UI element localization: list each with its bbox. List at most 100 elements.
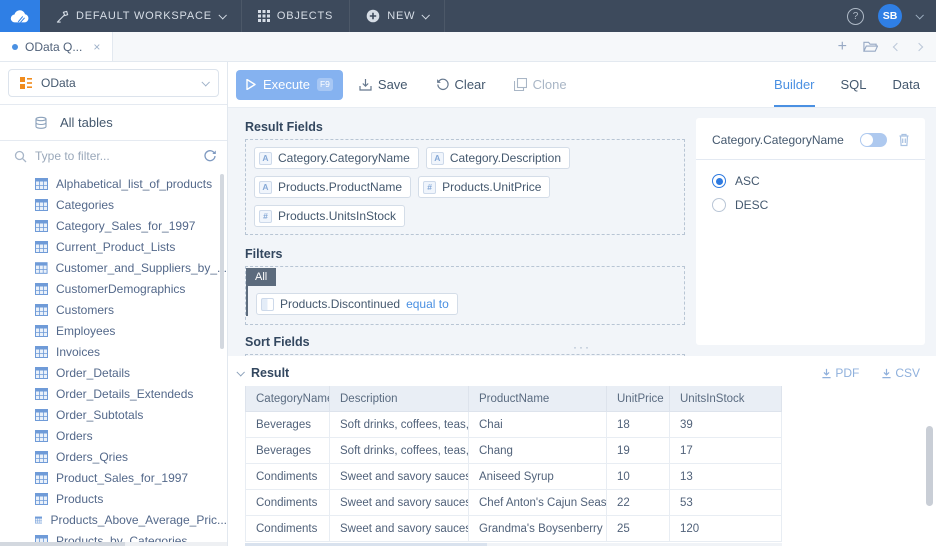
table-list-item[interactable]: Invoices — [0, 341, 227, 362]
tab-builder[interactable]: Builder — [774, 62, 814, 107]
table-icon — [35, 409, 48, 421]
table-list-item[interactable]: Current_Product_Lists — [0, 236, 227, 257]
table-list: Alphabetical_list_of_products Categories — [0, 171, 227, 546]
odata-connection-icon — [19, 76, 33, 90]
result-vertical-scrollbar[interactable] — [926, 426, 933, 506]
user-avatar[interactable]: SB — [878, 4, 902, 28]
open-folder-icon[interactable] — [863, 40, 878, 53]
table-list-item[interactable]: Orders — [0, 425, 227, 446]
clone-button[interactable]: Clone — [502, 77, 579, 92]
cell: 120 — [670, 516, 782, 542]
table-icon — [35, 283, 48, 295]
table-icon — [35, 430, 48, 442]
sidebar: OData All tables — [0, 62, 228, 546]
result-field-chip[interactable]: # Products.UnitPrice — [418, 176, 550, 198]
table-list-item[interactable]: Customers — [0, 299, 227, 320]
table-list-item[interactable]: Order_Details — [0, 362, 227, 383]
table-row[interactable]: Beverages Soft drinks, coffees, teas, be… — [245, 438, 782, 464]
filter-operator-link[interactable]: equal to — [406, 297, 449, 311]
result-grid: CategoryName Description ProductName Uni… — [245, 386, 782, 542]
table-list-item[interactable]: Category_Sales_for_1997 — [0, 215, 227, 236]
table-row[interactable]: Condiments Sweet and savory sauces, reli… — [245, 464, 782, 490]
table-name: Product_Sales_for_1997 — [56, 471, 188, 485]
result-field-chip[interactable]: A Products.ProductName — [254, 176, 411, 198]
database-icon — [34, 116, 48, 130]
result-field-chip[interactable]: A Category.CategoryName — [254, 147, 419, 169]
cell: Soft drinks, coffees, teas, beers, ... — [330, 438, 469, 464]
table-name: Category_Sales_for_1997 — [56, 219, 195, 233]
table-list-item[interactable]: Order_Subtotals — [0, 404, 227, 425]
app-logo[interactable] — [0, 0, 40, 32]
all-tables-label: All tables — [60, 115, 113, 130]
table-list-item[interactable]: Orders_Qries — [0, 446, 227, 467]
cell: 22 — [607, 490, 670, 516]
sidebar-vertical-scrollbar[interactable] — [220, 174, 224, 349]
panel-splitter[interactable]: ··· — [573, 340, 591, 354]
table-list-item[interactable]: Customer_and_Suppliers_by_... — [0, 257, 227, 278]
result-field-chip[interactable]: # Products.UnitsInStock — [254, 205, 405, 227]
trash-icon[interactable] — [897, 132, 911, 147]
result-field-chip[interactable]: A Category.Description — [426, 147, 570, 169]
table-row[interactable]: Condiments Sweet and savory sauces, reli… — [245, 490, 782, 516]
user-menu-chevron-icon[interactable] — [915, 11, 923, 19]
clear-icon — [436, 78, 449, 91]
filter-group-badge[interactable]: All — [246, 268, 276, 286]
radio-button-icon — [712, 174, 726, 188]
sidebar-horizontal-scrollbar[interactable] — [0, 542, 227, 546]
connection-select[interactable]: OData — [8, 69, 219, 97]
tab-close-icon[interactable]: × — [93, 40, 100, 54]
objects-menu[interactable]: OBJECTS — [242, 0, 350, 32]
table-list-item[interactable]: Employees — [0, 320, 227, 341]
table-list-item[interactable]: Product_Sales_for_1997 — [0, 467, 227, 488]
filters-dropzone[interactable]: All Products.Discontinued equal to — [245, 266, 685, 325]
tab-odata-query[interactable]: OData Q... × — [0, 32, 113, 61]
column-header[interactable]: CategoryName — [245, 386, 330, 412]
table-list-item[interactable]: CustomerDemographics — [0, 278, 227, 299]
table-list-item[interactable]: Categories — [0, 194, 227, 215]
execute-button[interactable]: Execute F9 — [236, 70, 343, 100]
sort-enabled-toggle[interactable] — [860, 133, 887, 147]
column-header[interactable]: UnitsInStock — [670, 386, 782, 412]
result-fields-dropzone[interactable]: A Category.CategoryName A Category.Descr… — [245, 139, 685, 235]
table-icon — [35, 451, 48, 463]
table-name: Products_Above_Average_Pric... — [50, 513, 227, 527]
tab-data[interactable]: Data — [893, 62, 920, 107]
table-name: Order_Details_Extendeds — [56, 387, 193, 401]
table-list-item[interactable]: Alphabetical_list_of_products — [0, 173, 227, 194]
table-filter-input[interactable] — [35, 149, 195, 163]
csv-label: CSV — [895, 366, 920, 380]
table-list-item[interactable]: Products_Above_Average_Pric... — [0, 509, 227, 530]
column-header[interactable]: UnitPrice — [607, 386, 670, 412]
filter-chip[interactable]: Products.Discontinued equal to — [256, 293, 458, 315]
table-row[interactable]: Condiments Sweet and savory sauces, reli… — [245, 516, 782, 542]
nav-forward-icon[interactable] — [915, 42, 923, 50]
nav-back-icon[interactable] — [893, 42, 901, 50]
export-pdf-button[interactable]: PDF — [821, 366, 859, 380]
radio-asc[interactable]: ASC — [712, 174, 909, 188]
export-csv-button[interactable]: CSV — [881, 366, 920, 380]
tab-sql[interactable]: SQL — [841, 62, 867, 107]
cell: Chang — [469, 438, 607, 464]
collapse-result-icon[interactable] — [236, 368, 244, 376]
table-row[interactable]: Beverages Soft drinks, coffees, teas, be… — [245, 412, 782, 438]
table-list-item[interactable]: Order_Details_Extendeds — [0, 383, 227, 404]
table-list-item[interactable]: Products — [0, 488, 227, 509]
cell: 13 — [670, 464, 782, 490]
save-button[interactable]: Save — [347, 77, 420, 92]
clear-button[interactable]: Clear — [424, 77, 498, 92]
column-header[interactable]: ProductName — [469, 386, 607, 412]
all-tables-header[interactable]: All tables — [0, 105, 227, 141]
new-tab-button[interactable]: + — [838, 38, 847, 56]
workspace-menu[interactable]: DEFAULT WORKSPACE — [40, 0, 242, 32]
table-name: Invoices — [56, 345, 100, 359]
table-icon — [35, 241, 48, 253]
cell: 19 — [607, 438, 670, 464]
tab-label: OData Q... — [25, 40, 82, 54]
cell: Condiments — [245, 516, 330, 542]
refresh-icon[interactable] — [203, 149, 217, 163]
column-header[interactable]: Description — [330, 386, 469, 412]
help-button[interactable]: ? — [847, 8, 864, 25]
workspace-icon — [56, 10, 69, 23]
new-menu[interactable]: NEW — [350, 0, 445, 32]
radio-desc[interactable]: DESC — [712, 198, 909, 212]
